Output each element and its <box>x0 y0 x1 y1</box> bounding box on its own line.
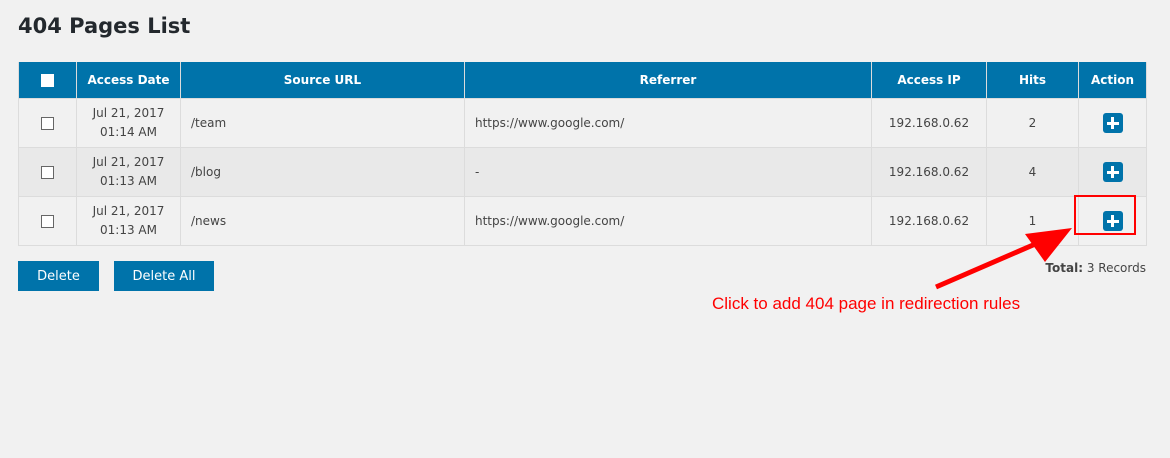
annotation-arrow-icon <box>935 228 1072 290</box>
annotation-text: Click to add 404 page in redirection rul… <box>712 294 1021 313</box>
